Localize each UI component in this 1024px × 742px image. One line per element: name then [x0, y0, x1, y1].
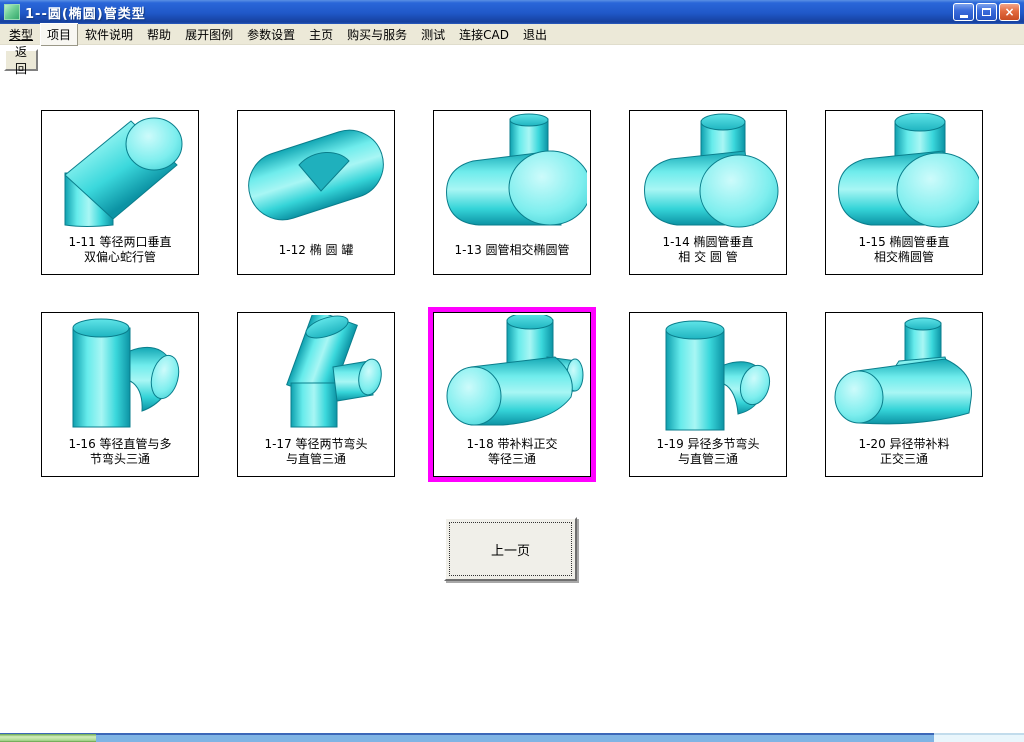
taskbar-tray-edge: [934, 733, 1024, 742]
close-button[interactable]: ×: [999, 3, 1020, 21]
pipe-caption: 1-16 等径直管与多 节弯头三通: [68, 437, 172, 466]
menu-item-purchase-service[interactable]: 购买与服务: [340, 23, 414, 46]
app-icon: [4, 4, 20, 20]
pipe-caption: 1-19 异径多节弯头 与直管三通: [656, 437, 760, 466]
menu-item-project[interactable]: 项目: [40, 22, 79, 46]
minimize-icon: [959, 14, 968, 18]
pipe-type-cell-1-18[interactable]: 1-18 带补料正交 等径三通: [428, 307, 596, 482]
pipe-type-cell-1-16[interactable]: 1-16 等径直管与多 节弯头三通: [41, 312, 199, 477]
pipe-caption: 1-15 椭圆管垂直 相交椭圆管: [858, 235, 950, 264]
pipe-type-cell-1-14[interactable]: 1-14 椭圆管垂直 相 交 圆 管: [629, 110, 787, 275]
pipe-thumbnail-elliptic-pipe-into-round-pipe: [644, 113, 779, 228]
menu-item-software-help[interactable]: 软件说明: [78, 23, 140, 46]
pipe-type-cell-1-15[interactable]: 1-15 椭圆管垂直 相交椭圆管: [825, 110, 983, 275]
pipe-thumbnail-reducing-multi-elbow-tee: [665, 320, 771, 431]
menu-item-test[interactable]: 测试: [414, 23, 452, 46]
menu-item-connect-cad[interactable]: 连接CAD: [452, 23, 516, 46]
pipe-thumbnail-round-pipe-into-elliptic-pipe: [446, 113, 587, 226]
pipe-thumbnail-elliptic-pipe-into-elliptic-pipe: [838, 113, 979, 228]
pipe-thumbnail-two-elbow-straight-pipe-tee: [286, 315, 382, 428]
previous-page-label: 上一页: [449, 522, 572, 576]
pipe-thumbnail-straight-pipe-multi-elbow-tee: [72, 318, 180, 428]
pipe-thumbnail-elliptic-tank: [248, 129, 384, 221]
pipe-caption: 1-11 等径两口垂直 双偏心蛇行管: [68, 235, 172, 264]
menu-item-exit[interactable]: 退出: [516, 23, 554, 46]
pipe-thumbnail-reducing-reinforced-tee: [834, 317, 972, 425]
pipe-type-cell-1-11[interactable]: 1-11 等径两口垂直 双偏心蛇行管: [41, 110, 199, 275]
pipe-type-cell-1-19[interactable]: 1-19 异径多节弯头 与直管三通: [629, 312, 787, 477]
restore-button[interactable]: [976, 3, 997, 21]
pipe-caption: 1-18 带补料正交 等径三通: [466, 437, 558, 466]
pipe-caption: 1-17 等径两节弯头 与直管三通: [264, 437, 368, 466]
window-titlebar: 1--圆(椭圆)管类型 ×: [0, 0, 1024, 24]
pipe-caption: 1-20 异径带补料 正交三通: [858, 437, 950, 466]
pipe-caption: 1-14 椭圆管垂直 相 交 圆 管: [662, 235, 754, 264]
pipe-type-cell-1-12[interactable]: 1-12 椭 圆 罐: [237, 110, 395, 275]
pipe-thumbnail-reinforced-equal-tee: [446, 315, 584, 426]
restore-icon: [982, 8, 991, 16]
menu-item-home[interactable]: 主页: [302, 23, 340, 46]
pipe-caption: 1-13 圆管相交椭圆管: [454, 242, 570, 257]
close-icon: ×: [1004, 5, 1015, 19]
menu-item-help[interactable]: 帮助: [140, 23, 178, 46]
pipe-type-cell-1-13[interactable]: 1-13 圆管相交椭圆管: [433, 110, 591, 275]
pipe-caption: 1-12 椭 圆 罐: [278, 242, 354, 257]
back-button[interactable]: 返回: [4, 45, 38, 76]
pipe-thumbnail-bent-snake-pipe: [64, 117, 183, 227]
taskbar-edge: [0, 733, 1024, 742]
pipe-grid-row-1: 1-11 等径两口垂直 双偏心蛇行管 1-12 椭 圆 罐 1-13 圆管相交椭…: [41, 110, 983, 275]
minimize-button[interactable]: [953, 3, 974, 21]
pipe-grid-row-2: 1-16 等径直管与多 节弯头三通 1-17 等径两节弯头 与直管三通 1-18…: [41, 307, 983, 482]
window-title: 1--圆(椭圆)管类型: [25, 6, 146, 22]
menu-item-expand-legend[interactable]: 展开图例: [178, 23, 240, 46]
pipe-type-cell-1-17[interactable]: 1-17 等径两节弯头 与直管三通: [237, 312, 395, 477]
taskbar-start-edge: [0, 734, 96, 742]
menu-bar: 类型 项目 软件说明 帮助 展开图例 参数设置 主页 购买与服务 测试 连接CA…: [0, 22, 1024, 46]
menu-item-parameter-settings[interactable]: 参数设置: [240, 23, 302, 46]
previous-page-button[interactable]: 上一页: [444, 517, 577, 581]
pipe-type-cell-1-20[interactable]: 1-20 异径带补料 正交三通: [825, 312, 983, 477]
